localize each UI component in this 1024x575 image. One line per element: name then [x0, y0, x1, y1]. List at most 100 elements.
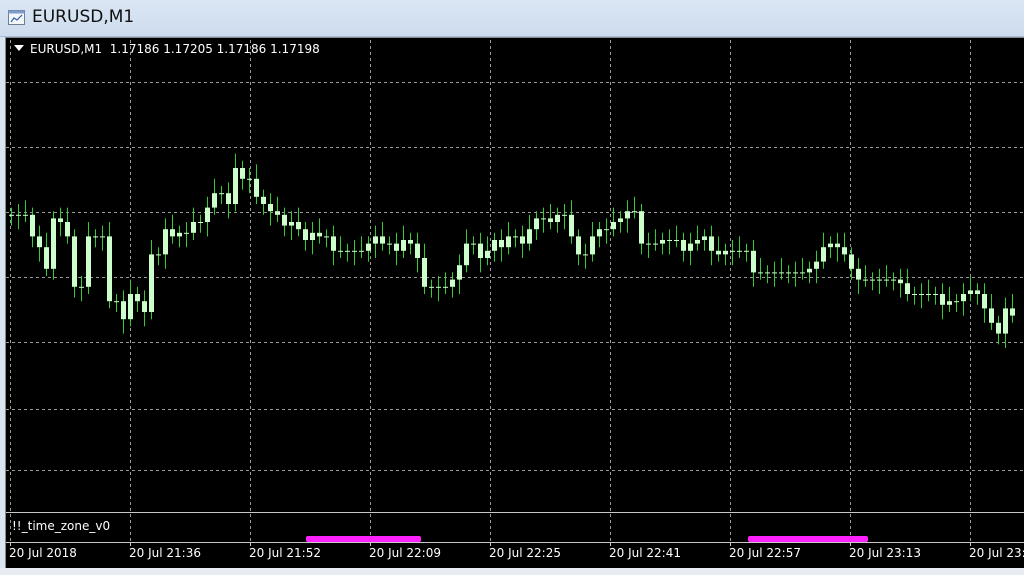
- candle-body: [569, 214, 574, 237]
- candle-body: [856, 268, 861, 280]
- time-axis-label: 20 Jul 23:13: [849, 546, 921, 560]
- time-axis-label: 20 Jul 23:29: [969, 546, 1024, 560]
- candle-body: [919, 294, 924, 295]
- candle-body: [520, 236, 525, 244]
- candle-body: [562, 214, 567, 216]
- candle-body: [471, 243, 476, 245]
- candle-body: [786, 272, 791, 274]
- candle-body: [590, 236, 595, 255]
- candle-body: [702, 236, 707, 240]
- candle-body: [9, 214, 14, 216]
- candle-body: [877, 279, 882, 281]
- candle-body: [982, 294, 987, 309]
- candle-body: [779, 272, 784, 274]
- candlestick-chart[interactable]: 20 Jul 2018 20 Jul 21:36 20 Jul 21:52 20 Ju…: [6, 38, 1024, 571]
- indicator-name: !!_time_zone_v0: [12, 519, 111, 533]
- candle-body: [79, 286, 84, 288]
- collapse-triangle-icon[interactable]: [14, 45, 24, 51]
- candle-body: [625, 211, 630, 219]
- candle-body: [485, 250, 490, 258]
- candle-body: [282, 214, 287, 226]
- candle-body: [940, 294, 945, 305]
- candle-body: [751, 250, 756, 273]
- candle-body: [667, 240, 672, 241]
- candle-body: [261, 196, 266, 204]
- candle-body: [576, 236, 581, 255]
- candle-body: [107, 236, 112, 302]
- candle-body: [660, 240, 665, 244]
- chart-window-icon: [8, 10, 25, 25]
- time-axis-label: 20 Jul 21:52: [249, 546, 321, 560]
- candle-body: [422, 258, 427, 287]
- candle-body: [527, 229, 532, 244]
- candle-body: [499, 240, 504, 248]
- candle-body: [814, 261, 819, 269]
- candle-body: [443, 286, 448, 288]
- candle-body: [317, 232, 322, 237]
- candle-body: [156, 254, 161, 256]
- candle-body: [681, 240, 686, 251]
- candle-body: [142, 301, 147, 312]
- candle-body: [989, 308, 994, 323]
- candle-body: [674, 240, 679, 241]
- candle-body: [604, 229, 609, 231]
- candle-body: [366, 243, 371, 251]
- time-axis-label: 20 Jul 22:57: [729, 546, 801, 560]
- time-axis-label: 20 Jul 21:36: [129, 546, 201, 560]
- candle-body: [828, 243, 833, 248]
- candle-body: [436, 286, 441, 288]
- candle-body: [541, 218, 546, 220]
- candle-body: [212, 193, 217, 208]
- candle-body: [457, 265, 462, 280]
- candle-body: [996, 322, 1001, 334]
- candle-body: [975, 290, 980, 294]
- candle-body: [86, 236, 91, 287]
- candle-body: [695, 240, 700, 244]
- candle-body: [821, 247, 826, 262]
- candle-body: [1003, 308, 1008, 334]
- candle-body: [772, 272, 777, 274]
- candle-body: [926, 294, 931, 295]
- ohlc-values: 1.17186 1.17205 1.17186 1.17198: [109, 42, 320, 56]
- candle-body: [618, 218, 623, 222]
- candle-body: [247, 178, 252, 180]
- candle-body: [723, 250, 728, 255]
- candle-body: [947, 301, 952, 305]
- candle-body: [429, 286, 434, 288]
- candle-body: [583, 254, 588, 256]
- candle-body: [58, 218, 63, 222]
- candle-body: [352, 250, 357, 252]
- candle-body: [72, 236, 77, 287]
- candle-body: [730, 250, 735, 252]
- candle-body: [506, 236, 511, 248]
- candle-body: [793, 272, 798, 274]
- window-titlebar: EURUSD,M1: [0, 0, 1024, 37]
- candle-body: [513, 236, 518, 238]
- candle-body: [933, 294, 938, 295]
- candle-body: [338, 250, 343, 252]
- candle-body: [863, 279, 868, 281]
- candle-body: [653, 243, 658, 245]
- candle-body: [905, 283, 910, 294]
- candle-body: [345, 250, 350, 252]
- candle-body: [30, 214, 35, 237]
- candle-body: [646, 243, 651, 245]
- candle-body: [289, 222, 294, 226]
- candle-body: [709, 236, 714, 251]
- candle-body: [450, 279, 455, 287]
- time-axis-label: 20 Jul 22:09: [369, 546, 441, 560]
- time-zone-bar: [306, 536, 421, 542]
- candle-body: [380, 236, 385, 244]
- candle-body: [93, 236, 98, 238]
- candle-body: [597, 229, 602, 237]
- candle-body: [275, 211, 280, 215]
- candle-body: [849, 254, 854, 269]
- candle-body: [310, 232, 315, 240]
- candle-body: [464, 243, 469, 266]
- chart-area[interactable]: 20 Jul 2018 20 Jul 21:36 20 Jul 21:52 20 Ju…: [5, 37, 1024, 571]
- candle-body: [758, 272, 763, 274]
- candle-body: [51, 218, 56, 269]
- candle-body: [177, 232, 182, 237]
- candle-body: [842, 247, 847, 255]
- candle-body: [373, 236, 378, 244]
